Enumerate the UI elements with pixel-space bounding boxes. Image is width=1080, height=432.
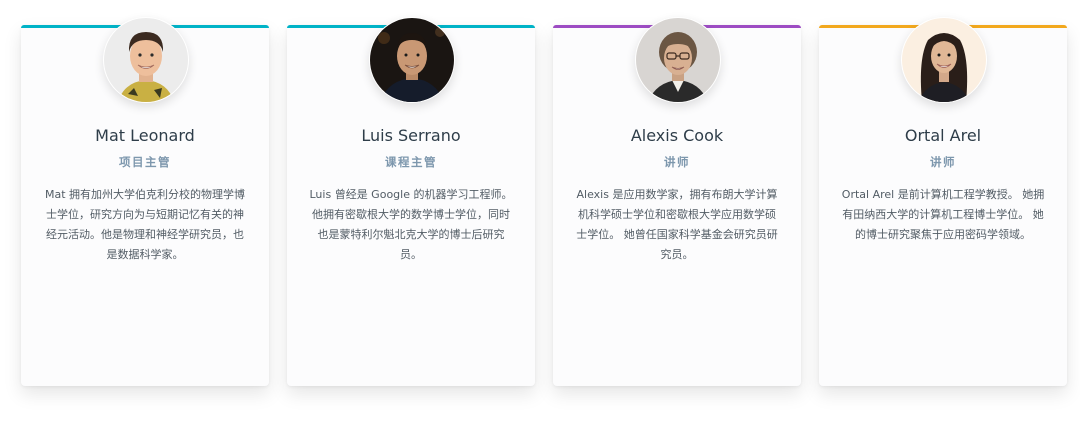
avatar — [635, 17, 721, 103]
instructor-bio: Ortal Arel 是前计算机工程学教授。 她拥有田纳西大学的计算机工程博士学… — [841, 188, 1045, 241]
instructor-photo-icon — [902, 18, 986, 102]
avatar — [901, 17, 987, 103]
instructor-card: Ortal Arel 讲师 Ortal Arel 是前计算机工程学教授。 她拥有… — [819, 17, 1067, 386]
instructor-photo-icon — [370, 18, 454, 102]
instructor-bio: Alexis 是应用数学家，拥有布朗大学计算机科学硕士学位和密歇根大学应用数学硕… — [576, 188, 778, 261]
instructor-name: Mat Leonard — [95, 126, 195, 145]
instructors-section: Mat Leonard 项目主管 Mat 拥有加州大学伯克利分校的物理学博士学位… — [0, 0, 1080, 432]
instructor-photo-icon — [104, 18, 188, 102]
instructor-role: 讲师 — [664, 155, 690, 169]
instructor-role: 项目主管 — [119, 155, 171, 169]
instructor-bio: Luis 曾经是 Google 的机器学习工程师。 他拥有密歇根大学的数学博士学… — [309, 188, 513, 261]
instructor-name: Ortal Arel — [904, 126, 982, 145]
instructor-card: Mat Leonard 项目主管 Mat 拥有加州大学伯克利分校的物理学博士学位… — [21, 17, 269, 386]
instructor-role: 课程主管 — [385, 155, 437, 169]
instructor-name: Luis Serrano — [361, 126, 461, 145]
instructor-photo-icon — [636, 18, 720, 102]
instructor-card: Luis Serrano 课程主管 Luis 曾经是 Google 的机器学习工… — [287, 17, 535, 386]
instructor-role: 讲师 — [930, 155, 956, 169]
instructor-name: Alexis Cook — [630, 126, 724, 145]
instructor-bio: Mat 拥有加州大学伯克利分校的物理学博士学位，研究方向为与短期记忆有关的神经元… — [44, 188, 246, 261]
instructor-card: Alexis Cook 讲师 Alexis 是应用数学家，拥有布朗大学计算机科学… — [553, 17, 801, 386]
avatar — [103, 17, 189, 103]
avatar — [369, 17, 455, 103]
